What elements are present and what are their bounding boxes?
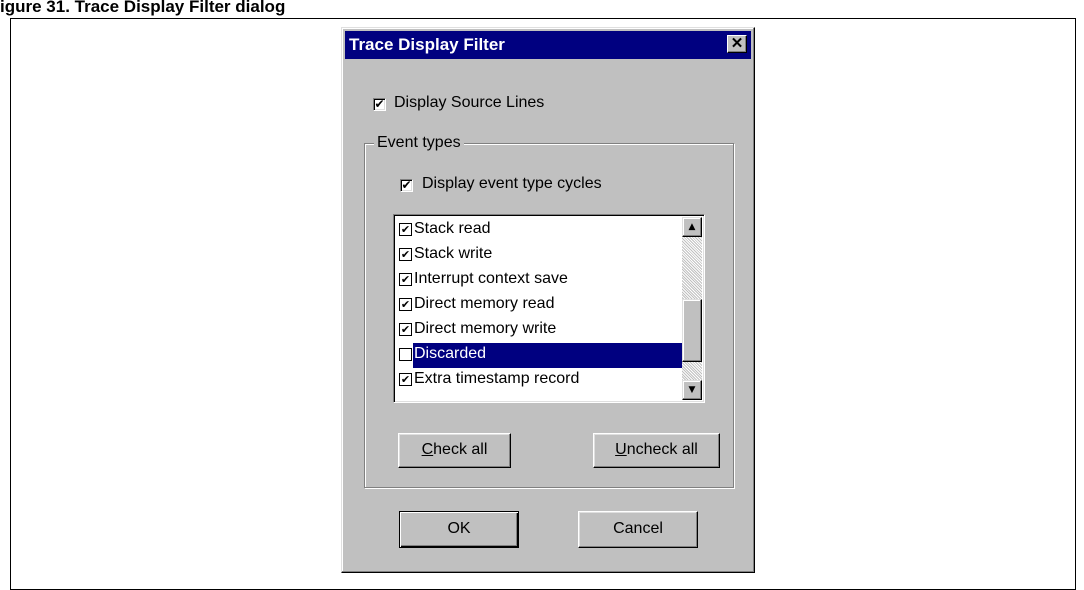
event-type-checkbox[interactable]: ✔	[399, 298, 412, 311]
event-type-label: Direct memory read	[414, 295, 555, 312]
event-type-label: Stack write	[414, 245, 493, 262]
event-type-checkbox[interactable]: ✔	[399, 248, 412, 261]
display-event-type-cycles-label[interactable]: Display event type cycles	[422, 175, 602, 193]
event-types-group-label: Event types	[374, 134, 464, 152]
checkmark-icon: ✔	[400, 248, 411, 261]
trace-display-filter-dialog: Trace Display Filter ✕ ✔ Display Source …	[341, 27, 755, 573]
event-type-label: Stack read	[414, 220, 491, 237]
event-type-item[interactable]: ✔ Stack read	[396, 218, 682, 243]
display-event-type-cycles-checkbox[interactable]: ✔	[400, 179, 413, 192]
event-types-listbox[interactable]: ✔ Stack read ✔ Stack write ✔ Interrupt contex…	[393, 214, 705, 403]
ok-button[interactable]: OK	[399, 511, 519, 548]
event-type-label: Discarded	[414, 345, 487, 362]
event-type-item[interactable]: Discarded	[396, 343, 682, 368]
checkmark-icon: ✔	[401, 178, 412, 192]
event-type-label: Direct memory write	[414, 320, 557, 337]
scrollbar-thumb[interactable]	[682, 299, 702, 362]
event-type-item[interactable]: ✔ Interrupt context save	[396, 268, 682, 293]
scroll-up-icon[interactable]: ▲	[682, 217, 702, 237]
dialog-title: Trace Display Filter	[349, 35, 505, 54]
checkmark-icon: ✔	[400, 273, 411, 286]
event-type-checkbox[interactable]: ✔	[399, 323, 412, 336]
checkmark-icon: ✔	[400, 373, 411, 386]
event-type-item[interactable]: ✔ Extra timestamp record	[396, 368, 682, 393]
check-all-label: heck all	[433, 441, 488, 458]
event-type-item[interactable]: ✔ Stack write	[396, 243, 682, 268]
event-type-checkbox[interactable]: ✔	[399, 223, 412, 236]
listbox-scrollbar[interactable]: ▲ ▼	[682, 217, 702, 400]
event-type-checkbox[interactable]: ✔	[399, 373, 412, 386]
event-types-list: ✔ Stack read ✔ Stack write ✔ Interrupt contex…	[396, 218, 682, 393]
dialog-titlebar[interactable]: Trace Display Filter ✕	[345, 31, 751, 59]
check-all-mnemonic: C	[421, 441, 434, 458]
cancel-button[interactable]: Cancel	[578, 511, 698, 548]
checkmark-icon: ✔	[400, 223, 411, 236]
event-type-item[interactable]: ✔ Direct memory write	[396, 318, 682, 343]
event-type-label: Extra timestamp record	[414, 370, 580, 387]
uncheck-all-label: ncheck all	[626, 441, 698, 458]
display-source-lines-label[interactable]: Display Source Lines	[394, 94, 544, 112]
figure-caption: igure 31. Trace Display Filter dialog	[0, 0, 286, 16]
close-icon[interactable]: ✕	[727, 35, 747, 53]
display-source-lines-checkbox[interactable]: ✔	[373, 98, 386, 111]
scroll-down-icon[interactable]: ▼	[682, 380, 702, 400]
uncheck-all-button[interactable]: Uncheck all	[593, 433, 720, 468]
checkmark-icon: ✔	[400, 323, 411, 336]
event-type-checkbox[interactable]: ✔	[399, 273, 412, 286]
checkmark-icon: ✔	[400, 298, 411, 311]
checkmark-icon: ✔	[374, 97, 385, 111]
check-all-button[interactable]: Check all	[398, 433, 511, 468]
event-type-checkbox[interactable]	[399, 348, 412, 361]
uncheck-all-mnemonic: U	[615, 441, 627, 458]
event-type-label: Interrupt context save	[414, 270, 568, 287]
event-type-item[interactable]: ✔ Direct memory read	[396, 293, 682, 318]
